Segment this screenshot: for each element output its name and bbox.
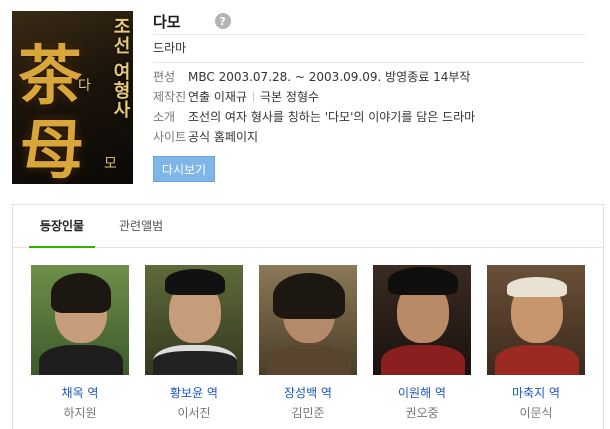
cast-card[interactable]: 마축지 역 이문식	[487, 265, 585, 420]
photo-figure	[165, 269, 225, 295]
tab-album[interactable]: 관련앨범	[119, 205, 163, 248]
photo-figure	[273, 273, 345, 319]
detail-value: 연출 이재규 극본 정형수	[188, 87, 319, 107]
poster-char-2: 母	[20, 113, 84, 184]
photo-figure	[381, 345, 465, 375]
help-icon[interactable]: ?	[214, 13, 231, 29]
role-link[interactable]: 황보윤 역	[145, 384, 243, 400]
detail-label: 편성	[153, 70, 176, 84]
actor-name[interactable]: 권오중	[373, 404, 471, 420]
photo-figure	[507, 277, 567, 297]
actor-photo[interactable]	[487, 265, 585, 375]
actor-photo[interactable]	[259, 265, 357, 375]
role-link[interactable]: 채옥 역	[31, 384, 129, 400]
watch-again-button[interactable]: 다시보기	[153, 156, 215, 182]
detail-crew: 제작진 연출 이재규 극본 정형수	[153, 87, 585, 107]
genre: 드라마	[153, 41, 187, 55]
photo-figure	[495, 345, 579, 375]
detail-value: MBC 2003.07.28. ~ 2003.09.09. 방영종료 14부작	[188, 70, 471, 84]
cast-card[interactable]: 황보윤 역 이서진	[145, 265, 243, 420]
official-site-link[interactable]: 공식 홈페이지	[188, 127, 258, 147]
poster-small-2: 모	[104, 156, 117, 172]
photo-figure	[153, 345, 237, 375]
actor-name[interactable]: 이서진	[145, 404, 243, 420]
poster-small-1: 다	[78, 78, 91, 94]
detail-label: 소개	[153, 110, 176, 124]
role-link[interactable]: 마축지 역	[487, 384, 585, 400]
cast-card[interactable]: 채옥 역 하지원	[31, 265, 129, 420]
detail-site: 사이트 공식 홈페이지	[153, 127, 585, 147]
photo-figure	[39, 345, 123, 375]
actor-name[interactable]: 이문식	[487, 404, 585, 420]
role-link[interactable]: 장성백 역	[259, 384, 357, 400]
role-link[interactable]: 이원해 역	[373, 384, 471, 400]
photo-figure	[267, 345, 351, 375]
actor-photo[interactable]	[31, 265, 129, 375]
tab-bar: 등장인물 관련앨범	[13, 205, 603, 248]
cast-card[interactable]: 장성백 역 김민준	[259, 265, 357, 420]
director-link[interactable]: 연출 이재규	[188, 90, 247, 104]
actor-name[interactable]: 하지원	[31, 404, 129, 420]
photo-figure	[51, 273, 111, 313]
detail-format: 편성 MBC 2003.07.28. ~ 2003.09.09. 방영종료 14…	[153, 67, 585, 87]
detail-label: 사이트	[153, 130, 187, 144]
poster-vertical-title: 조선 여형사	[110, 17, 131, 120]
actor-name[interactable]: 김민준	[259, 404, 357, 420]
cast-panel: 등장인물 관련앨범 채옥 역 하지원 황보윤 역 이서진 장성백 역 김민준 이…	[12, 204, 604, 429]
actor-photo[interactable]	[373, 265, 471, 375]
drama-info: 다모 ? 드라마 편성 MBC 2003.07.28. ~ 2003.09.09…	[153, 8, 585, 182]
actor-photo[interactable]	[145, 265, 243, 375]
drama-poster[interactable]: 茶 母 다 모 조선 여형사	[12, 11, 133, 184]
photo-figure	[388, 267, 458, 295]
detail-value: 조선의 여자 형사를 칭하는 '다모'의 이야기를 담은 드라마	[188, 110, 476, 124]
details-list: 편성 MBC 2003.07.28. ~ 2003.09.09. 방영종료 14…	[153, 63, 585, 147]
detail-label: 제작진	[153, 90, 187, 104]
writer-link[interactable]: 극본 정형수	[260, 90, 319, 104]
drama-title[interactable]: 다모	[153, 11, 181, 32]
cast-card[interactable]: 이원해 역 권오중	[373, 265, 471, 420]
divider	[253, 91, 255, 102]
detail-intro: 소개 조선의 여자 형사를 칭하는 '다모'의 이야기를 담은 드라마	[153, 107, 585, 127]
title-row: 다모 ?	[153, 8, 585, 34]
tab-cast[interactable]: 등장인물	[29, 205, 95, 248]
